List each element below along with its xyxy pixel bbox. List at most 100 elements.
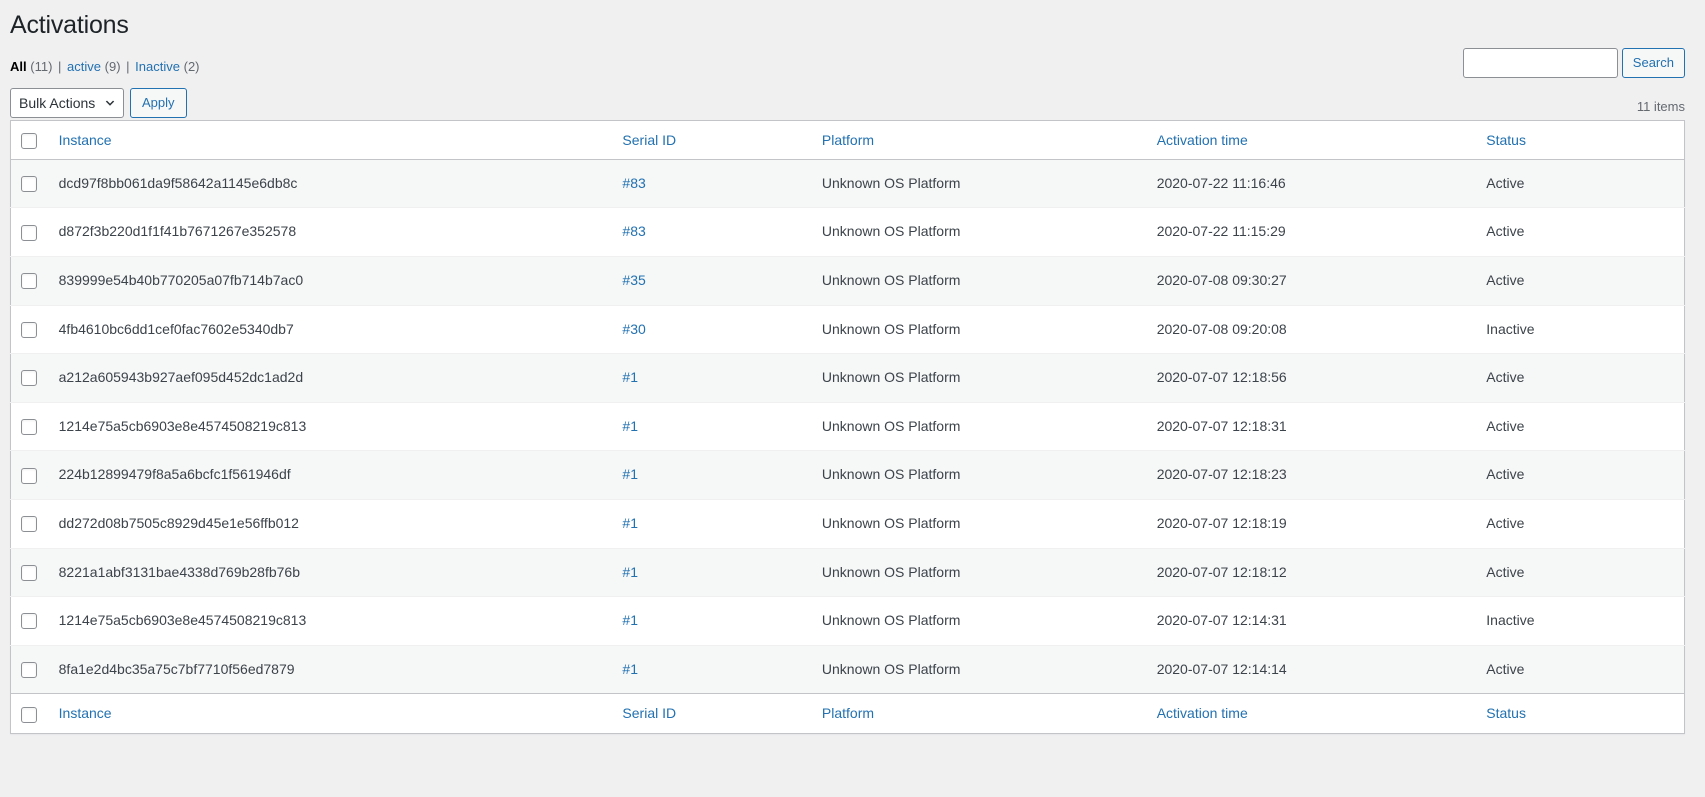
cell-serial-id: #1	[612, 353, 812, 403]
cell-instance: 839999e54b40b770205a07fb714b7ac0	[48, 255, 613, 306]
cell-serial-id: #30	[612, 304, 812, 354]
cell-serial-id: #1	[612, 644, 812, 694]
cell-instance: 4fb4610bc6dd1cef0fac7602e5340db7	[48, 304, 613, 354]
row-select-cell	[10, 644, 49, 694]
table-row: dcd97f8bb061da9f58642a1145e6db8c #83 Unkno…	[10, 159, 1685, 208]
column-sort-link-serial-id[interactable]: Serial ID	[622, 132, 676, 148]
column-header-serial-id[interactable]: Serial ID	[612, 120, 812, 160]
cell-serial-id: #83	[612, 159, 811, 208]
table-head: Instance Serial ID Platform Activation t…	[10, 120, 1685, 160]
column-sort-link-status-footer[interactable]: Status	[1486, 705, 1526, 721]
cell-activation-time: 2020-07-07 12:18:19	[1146, 498, 1477, 549]
activations-page: Activations All (11) | active (9) | Inac…	[0, 0, 1705, 734]
table-row: 839999e54b40b770205a07fb714b7ac0 #35 Unkno…	[10, 255, 1685, 306]
column-sort-link-instance[interactable]: Instance	[59, 132, 112, 148]
column-footer-activation-time[interactable]: Activation time	[1146, 693, 1477, 734]
column-header-instance[interactable]: Instance	[48, 120, 613, 160]
cell-platform: Unknown OS Platform	[811, 450, 1147, 500]
column-footer-instance[interactable]: Instance	[48, 693, 613, 734]
cell-platform: Unknown OS Platform	[811, 547, 1147, 597]
row-select-checkbox[interactable]	[21, 273, 37, 290]
cell-serial-id: #83	[612, 207, 812, 257]
row-select-checkbox[interactable]	[21, 224, 37, 241]
column-sort-link-activation-time-footer[interactable]: Activation time	[1157, 705, 1248, 721]
filter-item-inactive[interactable]: Inactive (2)	[135, 54, 199, 80]
cell-serial-id: #1	[612, 498, 812, 549]
serial-id-link[interactable]: #1	[622, 418, 638, 434]
column-sort-link-platform[interactable]: Platform	[822, 132, 874, 148]
cell-platform: Unknown OS Platform	[811, 401, 1147, 451]
select-all-checkbox-top[interactable]	[21, 132, 37, 149]
table-row: 1214e75a5cb6903e8e4574508219c813 #1 Unknow…	[10, 401, 1685, 451]
column-footer-serial-id[interactable]: Serial ID	[612, 693, 812, 734]
serial-id-link[interactable]: #1	[622, 661, 638, 677]
row-select-checkbox[interactable]	[21, 419, 37, 436]
row-select-checkbox[interactable]	[21, 370, 37, 387]
row-select-checkbox[interactable]	[21, 467, 37, 484]
cell-platform: Unknown OS Platform	[811, 255, 1147, 306]
cell-activation-time: 2020-07-07 12:14:31	[1146, 596, 1477, 646]
cell-instance: dcd97f8bb061da9f58642a1145e6db8c	[58, 174, 298, 191]
filter-separator-1: |	[58, 58, 62, 74]
row-select-checkbox[interactable]	[21, 662, 37, 679]
select-all-checkbox-bottom[interactable]	[21, 706, 37, 723]
apply-button[interactable]: Apply	[130, 87, 187, 118]
cell-instance: 8221a1abf3131bae4338d769b28fb76b	[48, 547, 613, 597]
row-select-checkbox[interactable]	[21, 564, 37, 581]
column-header-status[interactable]: Status	[1476, 120, 1685, 160]
filter-count-all: (11)	[30, 58, 53, 74]
cell-serial-id: #1	[612, 450, 812, 500]
filter-link-inactive[interactable]: Inactive	[135, 59, 180, 74]
filter-item-active[interactable]: active (9) |	[67, 54, 132, 80]
serial-id-link[interactable]: #1	[622, 369, 638, 385]
row-select-cell	[10, 207, 49, 257]
serial-id-link[interactable]: #30	[622, 321, 645, 337]
column-header-platform[interactable]: Platform	[811, 120, 1147, 160]
column-footer-platform[interactable]: Platform	[811, 693, 1147, 734]
row-select-checkbox[interactable]	[21, 613, 37, 630]
cell-activation-time: 2020-07-07 12:14:14	[1146, 644, 1477, 694]
row-select-cell	[10, 401, 49, 451]
row-select-checkbox[interactable]	[21, 516, 37, 533]
cell-serial-id: #35	[612, 255, 812, 306]
row-select-cell	[10, 498, 49, 549]
cell-status: Active	[1476, 498, 1685, 549]
cell-platform: Unknown OS Platform	[811, 498, 1147, 549]
serial-id-link[interactable]: #1	[622, 515, 638, 531]
serial-id-link[interactable]: #83	[622, 175, 645, 191]
column-sort-link-status[interactable]: Status	[1486, 132, 1526, 148]
column-sort-link-instance-footer[interactable]: Instance	[59, 705, 112, 721]
cell-platform: Unknown OS Platform	[811, 304, 1147, 354]
search-input[interactable]	[1462, 47, 1618, 78]
cell-platform: Unknown OS Platform	[811, 207, 1147, 257]
column-header-activation-time[interactable]: Activation time	[1146, 120, 1477, 160]
filter-link-active[interactable]: active	[67, 59, 101, 74]
row-select-checkbox[interactable]	[21, 176, 37, 193]
row-select-cell	[10, 353, 49, 403]
serial-id-link[interactable]: #1	[622, 612, 638, 628]
cell-serial-id: #1	[612, 401, 812, 451]
serial-id-link[interactable]: #83	[622, 223, 645, 239]
row-select-checkbox[interactable]	[21, 321, 37, 338]
column-footer-status[interactable]: Status	[1476, 693, 1685, 734]
cell-status: Active	[1476, 353, 1685, 403]
table-foot: Instance Serial ID Platform Activation t…	[10, 693, 1685, 734]
serial-id-link[interactable]: #1	[622, 564, 638, 580]
column-sort-link-platform-footer[interactable]: Platform	[822, 705, 874, 721]
bulk-actions-select[interactable]: Bulk Actions	[10, 87, 124, 118]
select-all-header	[10, 120, 49, 160]
column-sort-link-activation-time[interactable]: Activation time	[1157, 132, 1248, 148]
cell-instance: a212a605943b927aef095d452dc1ad2d	[48, 353, 613, 403]
filter-link-all[interactable]: All	[10, 59, 27, 74]
cell-status: Active	[1476, 644, 1685, 694]
serial-id-link[interactable]: #35	[622, 272, 645, 288]
filter-item-all[interactable]: All (11) |	[10, 54, 63, 80]
cell-platform: Unknown OS Platform	[821, 174, 961, 191]
cell-status: Inactive	[1476, 304, 1685, 354]
table-row: dd272d08b7505c8929d45e1e56ffb012 #1 Unknow…	[10, 498, 1685, 549]
table-row: 4fb4610bc6dd1cef0fac7602e5340db7 #30 Unkno…	[10, 304, 1685, 354]
column-sort-link-serial-id-footer[interactable]: Serial ID	[622, 705, 676, 721]
search-button[interactable]: Search	[1621, 47, 1685, 78]
cell-instance: 1214e75a5cb6903e8e4574508219c813	[48, 596, 613, 646]
serial-id-link[interactable]: #1	[622, 466, 638, 482]
